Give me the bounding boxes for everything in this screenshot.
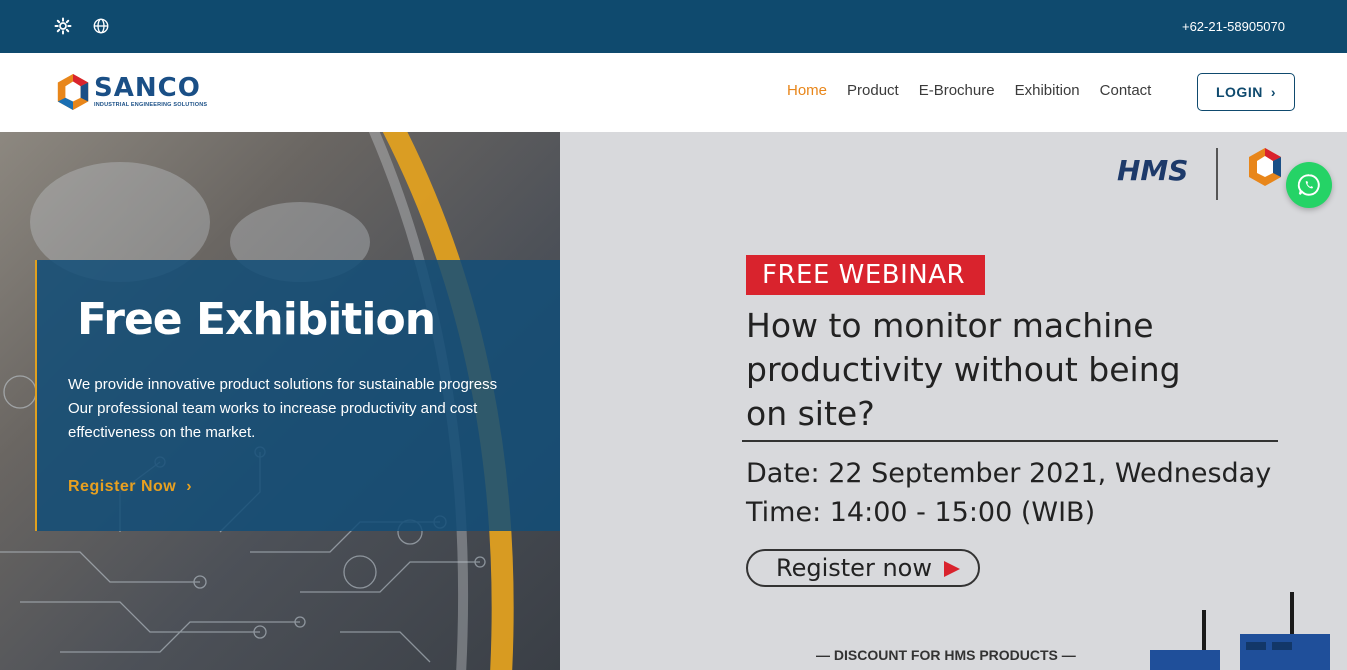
hero-title: Free Exhibition [77,294,436,345]
settings-icon[interactable] [54,17,72,35]
logo-tagline: INDUSTRIAL ENGINEERING SOLUTIONS [94,102,208,108]
register-now-link[interactable]: Register Now › [68,478,192,496]
chevron-right-icon: › [1270,84,1276,100]
hero-description: We provide innovative product solutions … [68,373,548,445]
hms-logo: HMS [1117,154,1188,187]
whatsapp-button[interactable] [1286,162,1332,208]
top-bar: +62-21-58905070 [0,0,1347,53]
hms-logo-text: HMS [1117,154,1189,187]
nav-exhibition[interactable]: Exhibition [1015,82,1080,99]
poster-rule [742,440,1278,442]
free-webinar-badge: FREE WEBINAR [746,255,985,295]
poster-register-button[interactable]: Register now [746,549,980,587]
hero-text-line-2: Our professional team works to increase … [68,400,478,441]
phone-number[interactable]: +62-21-58905070 [1182,19,1285,34]
hero-overlay-card: Free Exhibition We provide innovative pr… [35,260,611,531]
whatsapp-icon [1297,174,1320,196]
hero-text-line-1: We provide innovative product solutions … [68,376,498,393]
hero-banner: Free Exhibition We provide innovative pr… [0,132,1347,670]
login-button[interactable]: LOGIN › [1197,73,1295,111]
globe-icon[interactable] [92,17,110,35]
webinar-headline: How to monitor machine productivity with… [746,304,1266,436]
sanco-mini-logo [1249,148,1281,186]
discount-text: — DISCOUNT FOR HMS PRODUCTS — [816,647,1076,663]
sanco-logo-mark [57,73,89,111]
sanco-logo[interactable]: SANCO INDUSTRIAL ENGINEERING SOLUTIONS [54,71,224,113]
nav-e-brochure[interactable]: E-Brochure [919,82,995,99]
chevron-right-icon: › [186,478,193,495]
login-label: LOGIN [1215,84,1263,100]
nav-product[interactable]: Product [847,82,899,99]
nav-home[interactable]: Home [787,82,827,99]
headline-line-2: productivity without being [746,350,1181,389]
hms-devices-image [1150,592,1330,670]
poster-divider [1216,148,1218,200]
webinar-time: Time: 14:00 - 15:00 (WIB) [746,497,1096,528]
webinar-poster: HMS FREE WEBINAR How to monitor machine … [560,132,1347,670]
poster-register-label: Register now [776,554,932,582]
nav-contact[interactable]: Contact [1100,82,1152,99]
logo-name: SANCO [94,73,201,103]
headline-line-1: How to monitor machine [746,306,1154,345]
register-now-label: Register Now [68,478,177,495]
nav-links: Home Product E-Brochure Exhibition Conta… [787,82,1171,99]
headline-line-3: on site? [746,394,875,433]
main-navbar: SANCO INDUSTRIAL ENGINEERING SOLUTIONS H… [0,53,1347,132]
webinar-date: Date: 22 September 2021, Wednesday [746,458,1272,489]
play-icon [944,561,960,577]
